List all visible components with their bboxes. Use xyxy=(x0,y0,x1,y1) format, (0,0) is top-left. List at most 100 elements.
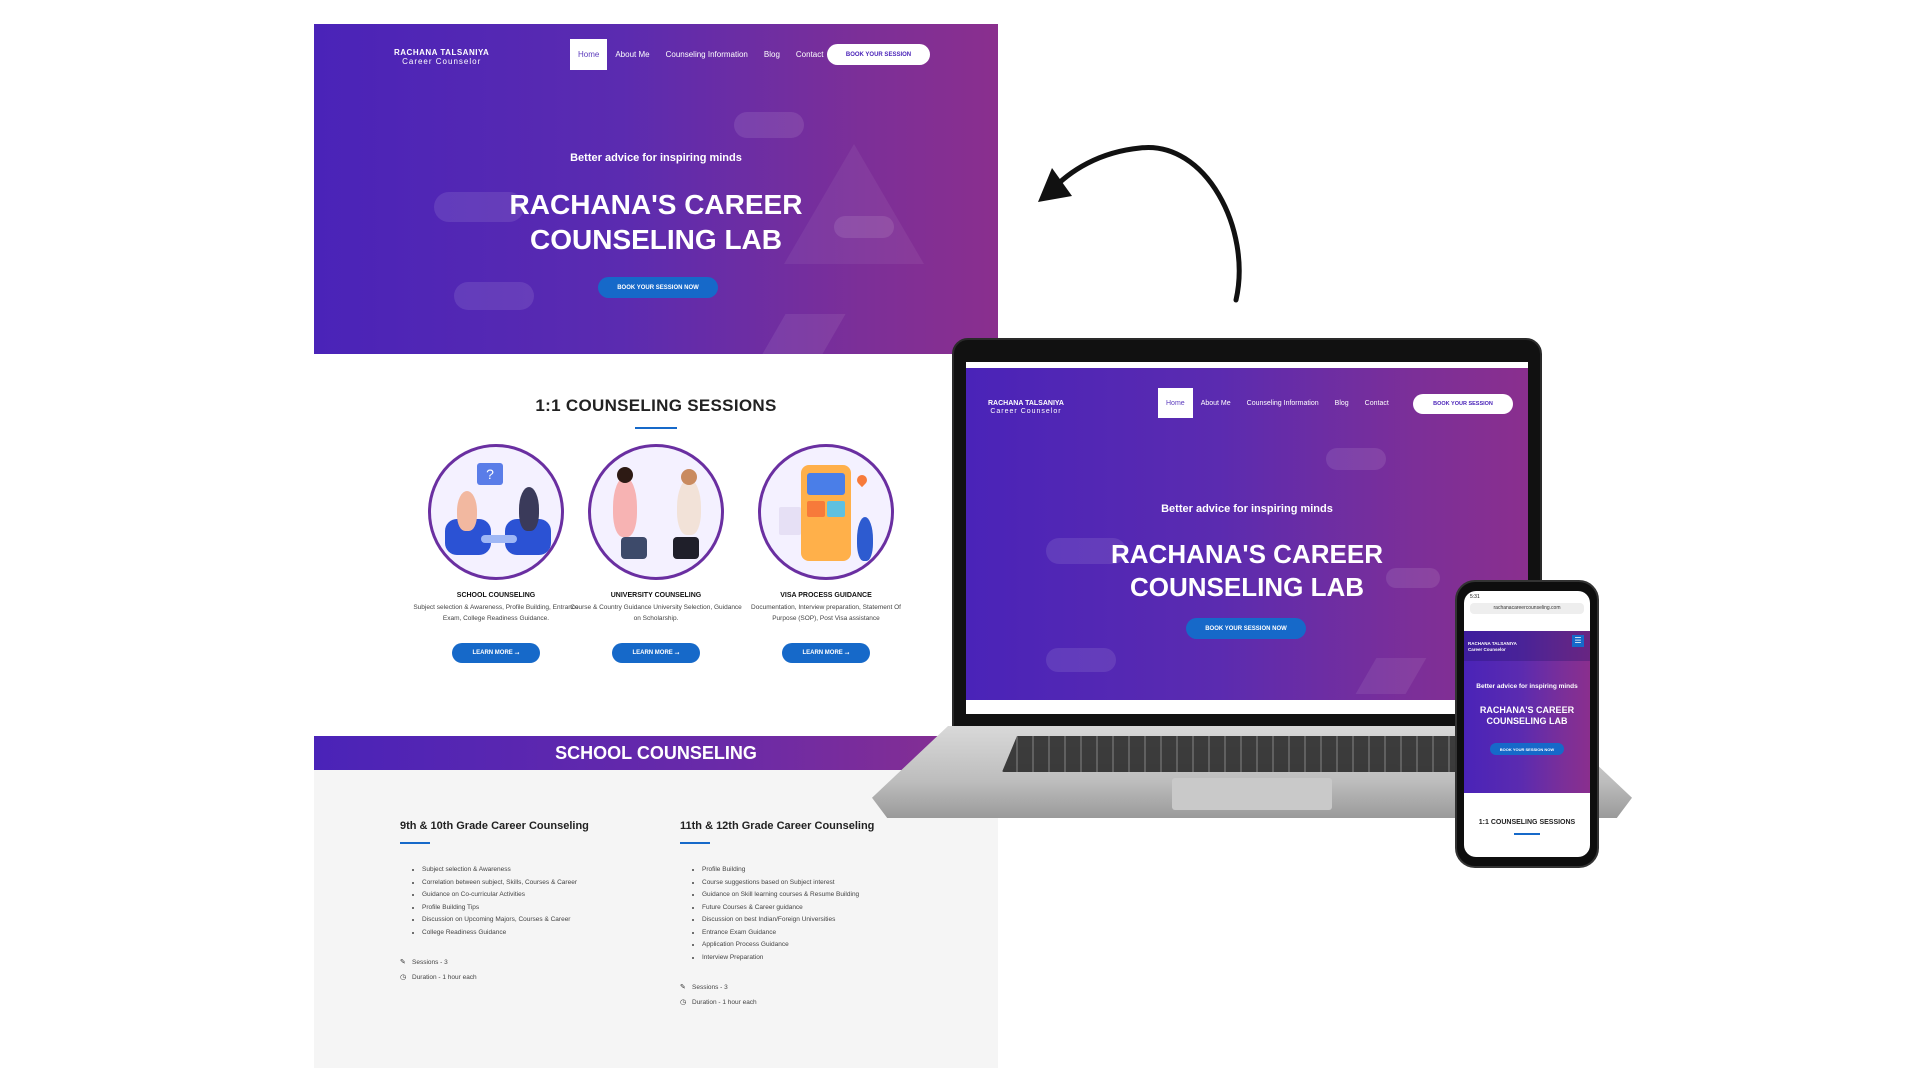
hero-tagline: Better advice for inspiring minds xyxy=(570,152,742,164)
list-item: Entrance Exam Guidance xyxy=(702,927,940,940)
nav-about-me[interactable]: About Me xyxy=(607,50,657,59)
clock-icon: ◷ xyxy=(400,974,407,981)
learn-more-label: LEARN MORE xyxy=(632,650,673,656)
laptop-keyboard xyxy=(1002,736,1502,772)
phone-hero-headline: RACHANA'S CAREER COUNSELING LAB xyxy=(1464,705,1590,727)
book-session-button[interactable]: BOOK YOUR SESSION xyxy=(1413,394,1513,414)
duration-row: ◷ Duration - 1 hour each xyxy=(680,995,940,1010)
grade-11-12-column: 11th & 12th Grade Career Counseling Prof… xyxy=(680,820,940,1010)
service-name: SCHOOL COUNSELING xyxy=(456,592,536,599)
learn-more-label: LEARN MORE xyxy=(472,650,513,656)
title-underline xyxy=(635,427,677,429)
title-underline xyxy=(1514,833,1540,835)
nav-contact[interactable]: Contact xyxy=(1357,400,1397,407)
table-shape xyxy=(481,535,517,543)
hero-headline: RACHANA'S CAREER COUNSELING LAB xyxy=(966,538,1528,604)
cloud-decoration xyxy=(1326,448,1386,470)
grade-topics-list: Profile Building Course suggestions base… xyxy=(680,864,940,964)
person-figure xyxy=(613,477,637,537)
site-logo[interactable]: RACHANA TALSANIYA Career Counselor xyxy=(988,400,1064,416)
phone-status-time: 5:31 xyxy=(1470,594,1480,600)
service-description: Subject selection & Awareness, Profile B… xyxy=(413,604,579,622)
logo-subtitle: Career Counselor xyxy=(1468,647,1506,652)
book-session-now-button[interactable]: BOOK YOUR SESSION NOW xyxy=(1186,618,1306,639)
main-nav: Home About Me Counseling Information Blo… xyxy=(570,39,831,70)
session-duration: Duration - 1 hour each xyxy=(412,974,477,981)
phone-url-bar[interactable]: rachanacareercounseling.com xyxy=(1470,603,1584,614)
nav-home[interactable]: Home xyxy=(570,39,608,70)
list-item: Interview Preparation xyxy=(702,952,940,965)
university-counseling-illustration xyxy=(588,444,724,580)
service-school-counseling: ? SCHOOL COUNSELING Subject selection & … xyxy=(410,444,582,663)
site-logo[interactable]: RACHANA TALSANIYA Career Counselor xyxy=(394,48,489,66)
main-nav: Home About Me Counseling Information Blo… xyxy=(1158,388,1397,418)
nav-blog[interactable]: Blog xyxy=(1327,400,1357,407)
headline-line: RACHANA'S CAREER xyxy=(1111,539,1383,569)
list-item: Correlation between subject, Skills, Cou… xyxy=(422,877,660,890)
learn-more-button[interactable]: LEARN MORE ➞ xyxy=(612,643,700,663)
grade-topics-list: Subject selection & Awareness Correlatio… xyxy=(400,864,660,939)
nav-home[interactable]: Home xyxy=(1158,388,1193,418)
hamburger-menu-icon[interactable]: ☰ xyxy=(1572,635,1584,647)
tile-shape xyxy=(807,501,825,517)
list-item: Discussion on best Indian/Foreign Univer… xyxy=(702,914,940,927)
hero-tagline: Better advice for inspiring minds xyxy=(1161,503,1333,515)
list-item: Course suggestions based on Subject inte… xyxy=(702,877,940,890)
learn-more-button[interactable]: LEARN MORE ➞ xyxy=(452,643,540,663)
duration-row: ◷ Duration - 1 hour each xyxy=(400,970,660,985)
phone-hero-section: RACHANA TALSANIYA Career Counselor ☰ Bet… xyxy=(1464,631,1590,793)
legs-shape xyxy=(673,537,699,559)
book-session-now-button[interactable]: BOOK YOUR SESSION NOW xyxy=(598,277,718,298)
session-meta: ✎ Sessions - 3 ◷ Duration - 1 hour each xyxy=(680,980,940,1010)
person-figure xyxy=(677,479,701,535)
phone-book-session-button[interactable]: BOOK YOUR SESSION NOW xyxy=(1490,743,1564,755)
nav-contact[interactable]: Contact xyxy=(788,50,832,59)
sessions-count: Sessions - 3 xyxy=(412,959,448,966)
phone-logo[interactable]: RACHANA TALSANIYA Career Counselor xyxy=(1468,641,1517,653)
arrow-right-icon: ➞ xyxy=(842,650,850,657)
person-figure xyxy=(457,491,477,531)
person-figure xyxy=(519,487,539,531)
phone-header: RACHANA TALSANIYA Career Counselor ☰ xyxy=(1464,631,1590,661)
school-counseling-illustration: ? xyxy=(428,444,564,580)
service-university-counseling: UNIVERSITY COUNSELING Course & Country G… xyxy=(570,444,742,663)
nav-about-me[interactable]: About Me xyxy=(1193,400,1239,407)
nav-counseling-information[interactable]: Counseling Information xyxy=(658,50,756,59)
list-item: College Readiness Guidance xyxy=(422,927,660,940)
laptop-hero-section: RACHANA TALSANIYA Career Counselor Home … xyxy=(966,368,1528,700)
book-session-button[interactable]: BOOK YOUR SESSION xyxy=(827,44,930,65)
logo-subtitle: Career Counselor xyxy=(402,57,482,67)
logo-name: RACHANA TALSANIYA xyxy=(988,400,1064,407)
service-description: Course & Country Guidance University Sel… xyxy=(570,604,742,622)
nav-counseling-information[interactable]: Counseling Information xyxy=(1239,400,1327,407)
person-head xyxy=(617,467,633,483)
legs-shape xyxy=(621,537,647,559)
phone-screen: 5:31 rachanacareercounseling.com RACHANA… xyxy=(1464,591,1590,857)
cloud-decoration xyxy=(734,112,804,138)
learn-more-button[interactable]: LEARN MORE ➞ xyxy=(782,643,870,663)
clock-icon: ◷ xyxy=(680,999,687,1006)
title-underline xyxy=(680,842,710,844)
hero-headline: RACHANA'S CAREER COUNSELING LAB xyxy=(314,187,998,257)
cloud-decoration xyxy=(1046,648,1116,672)
headline-line: COUNSELING LAB xyxy=(530,224,782,255)
list-item: Discussion on Upcoming Majors, Courses &… xyxy=(422,914,660,927)
headline-line: COUNSELING LAB xyxy=(1130,572,1364,602)
logo-name: RACHANA TALSANIYA xyxy=(394,48,490,57)
sessions-row: ✎ Sessions - 3 xyxy=(400,955,660,970)
nav-blog[interactable]: Blog xyxy=(756,50,788,59)
list-item: Application Process Guidance xyxy=(702,939,940,952)
headline-line: RACHANA'S CAREER xyxy=(509,189,803,220)
question-board-icon: ? xyxy=(477,463,503,485)
list-item: Profile Building xyxy=(702,864,940,877)
laptop-screen: RACHANA TALSANIYA Career Counselor Home … xyxy=(966,362,1528,714)
shape-decoration xyxy=(1355,658,1427,694)
phone-mockup: 5:31 rachanacareercounseling.com RACHANA… xyxy=(1455,580,1599,868)
headline-line: COUNSELING LAB xyxy=(1486,716,1568,726)
service-name: UNIVERSITY COUNSELING xyxy=(610,592,702,599)
hero-section: RACHANA TALSANIYA Career Counselor Home … xyxy=(314,24,998,354)
laptop-touchpad xyxy=(1172,778,1332,810)
logo-subtitle: Career Counselor xyxy=(990,408,1062,416)
phone-hero-tagline: Better advice for inspiring minds xyxy=(1476,683,1578,690)
session-meta: ✎ Sessions - 3 ◷ Duration - 1 hour each xyxy=(400,955,660,985)
